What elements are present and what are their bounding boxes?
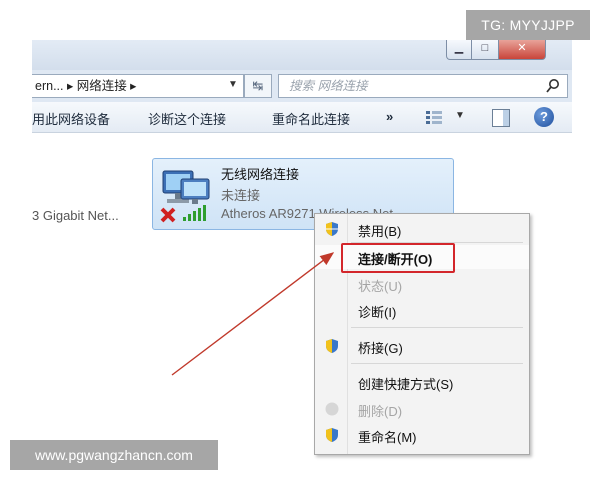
help-icon[interactable]: ? [534,107,554,127]
menu-item-disable[interactable]: 禁用(B) [315,217,529,241]
highlight-annotation-box [341,243,455,273]
refresh-button[interactable]: ↹ [244,74,272,98]
menu-item-label: 创建快捷方式(S) [358,377,454,392]
search-icon[interactable] [545,78,561,94]
toolbar-more-button[interactable]: » [386,109,393,124]
shield-icon [326,339,338,353]
address-bar[interactable]: ern... ▸ 网络连接 ▸ [32,74,244,98]
shield-icon [326,222,338,236]
tg-watermark: TG: MYYJJPP [466,10,590,40]
menu-item-label: 诊断(I) [358,305,397,320]
menu-item-status[interactable]: 状态(U) [315,272,529,296]
close-button[interactable]: ✕ [498,40,546,60]
shield-icon [325,402,339,416]
view-options-icon[interactable] [426,110,442,124]
menu-item-diagnose[interactable]: 诊断(I) [315,298,529,322]
maximize-button[interactable]: □ [471,40,499,60]
search-input[interactable]: 搜索 网络连接 [278,74,568,98]
address-dropdown-icon[interactable]: ▼ [222,74,244,96]
menu-separator [351,363,523,364]
menu-item-label: 删除(D) [358,404,403,419]
toolbar-item-rename[interactable]: 重命名此连接 [272,109,350,128]
menu-separator [351,327,523,328]
breadcrumb[interactable]: ern... ▸ 网络连接 ▸ [35,79,136,93]
search-placeholder: 搜索 网络连接 [289,79,368,93]
toolbar-item-diagnose[interactable]: 诊断这个连接 [148,109,226,128]
wireless-connection-status: 未连接 [221,188,261,203]
shield-icon [326,428,338,442]
menu-item-label: 状态(U) [358,279,403,294]
menu-item-bridge[interactable]: 桥接(G) [315,334,529,358]
network-adapter-icon [160,170,210,223]
menu-item-label: 禁用(B) [358,224,402,239]
menu-item-label: 重命名(M) [358,430,417,445]
title-bar: ▁ □ ✕ [32,40,572,70]
menu-item-rename[interactable]: 重命名(M) [315,423,529,447]
menu-item-label: 桥接(G) [358,341,403,356]
disconnected-x-icon [160,207,176,223]
preview-pane-icon[interactable] [492,109,510,127]
menu-item-create-shortcut[interactable]: 创建快捷方式(S) [315,370,529,394]
wireless-connection-name: 无线网络连接 [221,167,300,182]
minimize-button[interactable]: ▁ [446,40,472,60]
signal-bars-icon [183,205,206,221]
view-dropdown-icon[interactable]: ▼ [455,110,465,121]
command-bar: 用此网络设备 诊断这个连接 重命名此连接 » ▼ ? [32,102,572,133]
ethernet-connection-label[interactable]: 3 Gigabit Net... [32,208,119,223]
site-watermark: www.pgwangzhancn.com [10,440,218,470]
address-row: ern... ▸ 网络连接 ▸ ▼ ↹ 搜索 网络连接 [32,70,572,102]
menu-item-delete[interactable]: 删除(D) [315,397,529,421]
toolbar-item-disable-device[interactable]: 用此网络设备 [32,109,110,128]
